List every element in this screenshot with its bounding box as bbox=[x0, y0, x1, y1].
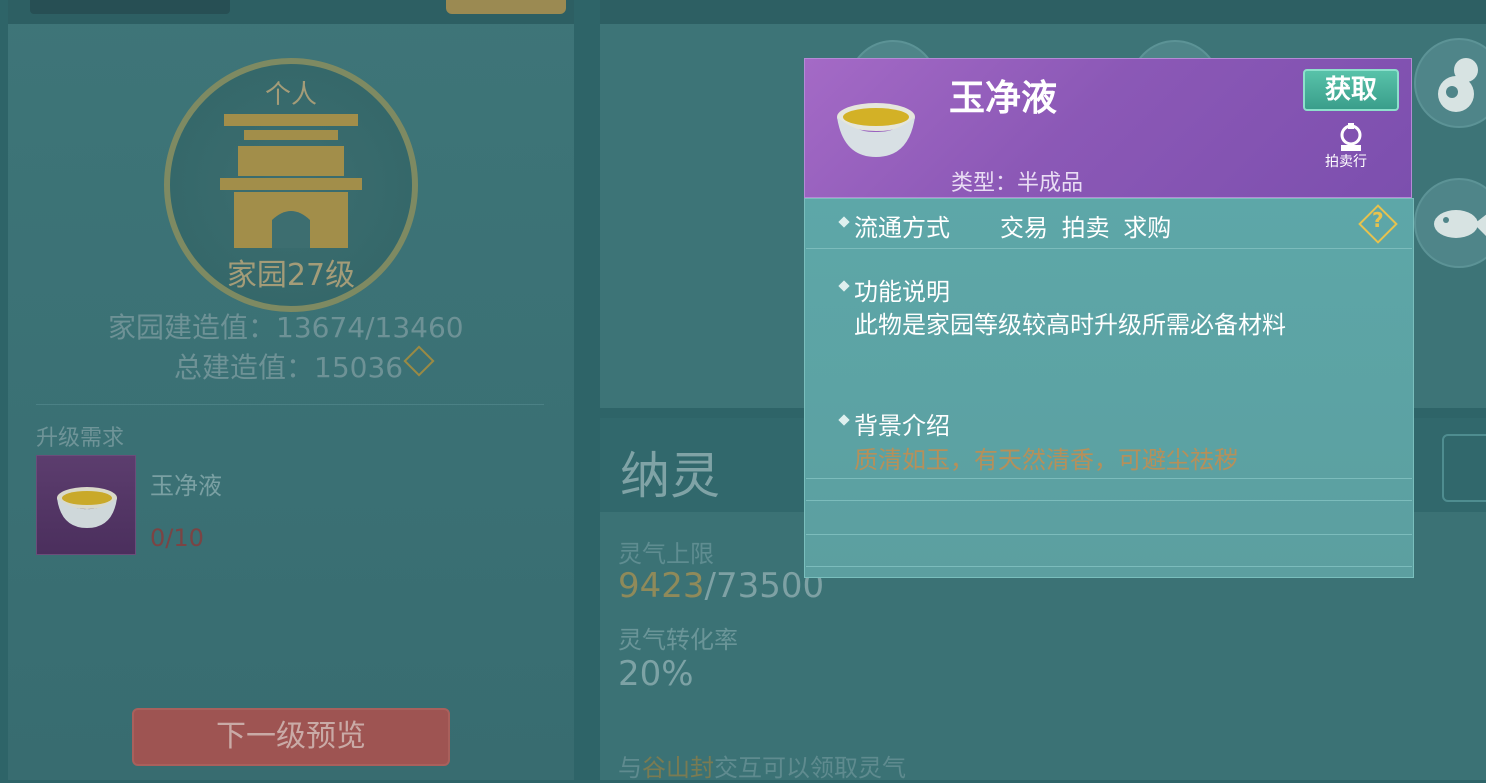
separator bbox=[806, 534, 1412, 535]
note-npc-link[interactable]: 谷山封 bbox=[642, 754, 714, 782]
note-prefix: 与 bbox=[618, 754, 642, 782]
item-name: 玉净液 bbox=[949, 78, 1058, 119]
bowl-icon bbox=[57, 487, 117, 528]
get-item-button[interactable]: 获取 bbox=[1303, 69, 1399, 111]
note-suffix: 交互可以领取灵气 bbox=[714, 754, 906, 782]
home-level-emblem: 个人 家园27级 bbox=[164, 58, 418, 312]
item-type: 类型：半成品 bbox=[951, 171, 1084, 196]
conversion-rate-label: 灵气转化率 bbox=[618, 626, 738, 654]
fish-icon-svg bbox=[1434, 210, 1486, 238]
gourd-icon-svg bbox=[1438, 58, 1478, 112]
bowl-icon bbox=[837, 103, 915, 157]
function-text: 此物是家园等级较高时升级所需必备材料 bbox=[854, 311, 1286, 339]
auction-house-label[interactable]: 拍卖行 bbox=[1325, 151, 1367, 171]
lingqi-limit-value: 9423/73500 bbox=[618, 566, 824, 606]
total-build-value: 总建造值：15036 bbox=[174, 351, 404, 384]
lingqi-limit-label: 灵气上限 bbox=[618, 540, 714, 568]
home-panel-tab[interactable] bbox=[30, 0, 230, 14]
separator bbox=[806, 500, 1412, 501]
popup-header: 玉净液 类型：半成品 获取 拍卖行 bbox=[804, 58, 1412, 198]
divider bbox=[36, 404, 544, 405]
nalin-side-button[interactable] bbox=[1442, 434, 1486, 502]
upgrade-requirements-title: 升级需求 bbox=[36, 426, 125, 451]
lingqi-current: 9423 bbox=[618, 566, 705, 606]
gourd-icon[interactable] bbox=[1414, 38, 1486, 128]
interaction-note: 与谷山封交互可以领取灵气 bbox=[618, 748, 906, 783]
required-item-count: 0/10 bbox=[150, 524, 204, 552]
background-text: 质清如玉，有天然清香，可避尘祛秽 bbox=[854, 446, 1238, 474]
item-tooltip-popup: 玉净液 类型：半成品 获取 拍卖行 流通方式 交易 拍卖 求购 ? 功能说明 此… bbox=[804, 58, 1414, 578]
separator bbox=[806, 566, 1412, 567]
separator bbox=[806, 478, 1412, 479]
conversion-rate-value: 20% bbox=[618, 654, 694, 694]
circulation-label: 流通方式 bbox=[854, 214, 950, 242]
popup-body bbox=[804, 198, 1414, 578]
home-panel-top-button[interactable] bbox=[446, 0, 566, 14]
home-level-label: 家园27级 bbox=[226, 258, 356, 293]
next-level-preview-button[interactable]: 下一级预览 bbox=[132, 708, 450, 766]
separator bbox=[806, 248, 1412, 249]
required-item-slot[interactable] bbox=[36, 455, 136, 555]
house-gate-icon bbox=[220, 114, 362, 248]
function-title: 功能说明 bbox=[854, 278, 950, 306]
nalin-title: 纳灵 bbox=[620, 447, 720, 505]
fish-icon[interactable] bbox=[1414, 178, 1486, 268]
circulation-value: 交易 拍卖 求购 bbox=[1000, 214, 1172, 242]
right-panel-header-strip bbox=[600, 0, 1486, 24]
required-item-name: 玉净液 bbox=[150, 472, 222, 500]
build-value: 家园建造值：13674/13460 bbox=[108, 311, 464, 344]
help-question-mark: ? bbox=[1372, 208, 1384, 232]
background-title: 背景介绍 bbox=[854, 412, 950, 440]
